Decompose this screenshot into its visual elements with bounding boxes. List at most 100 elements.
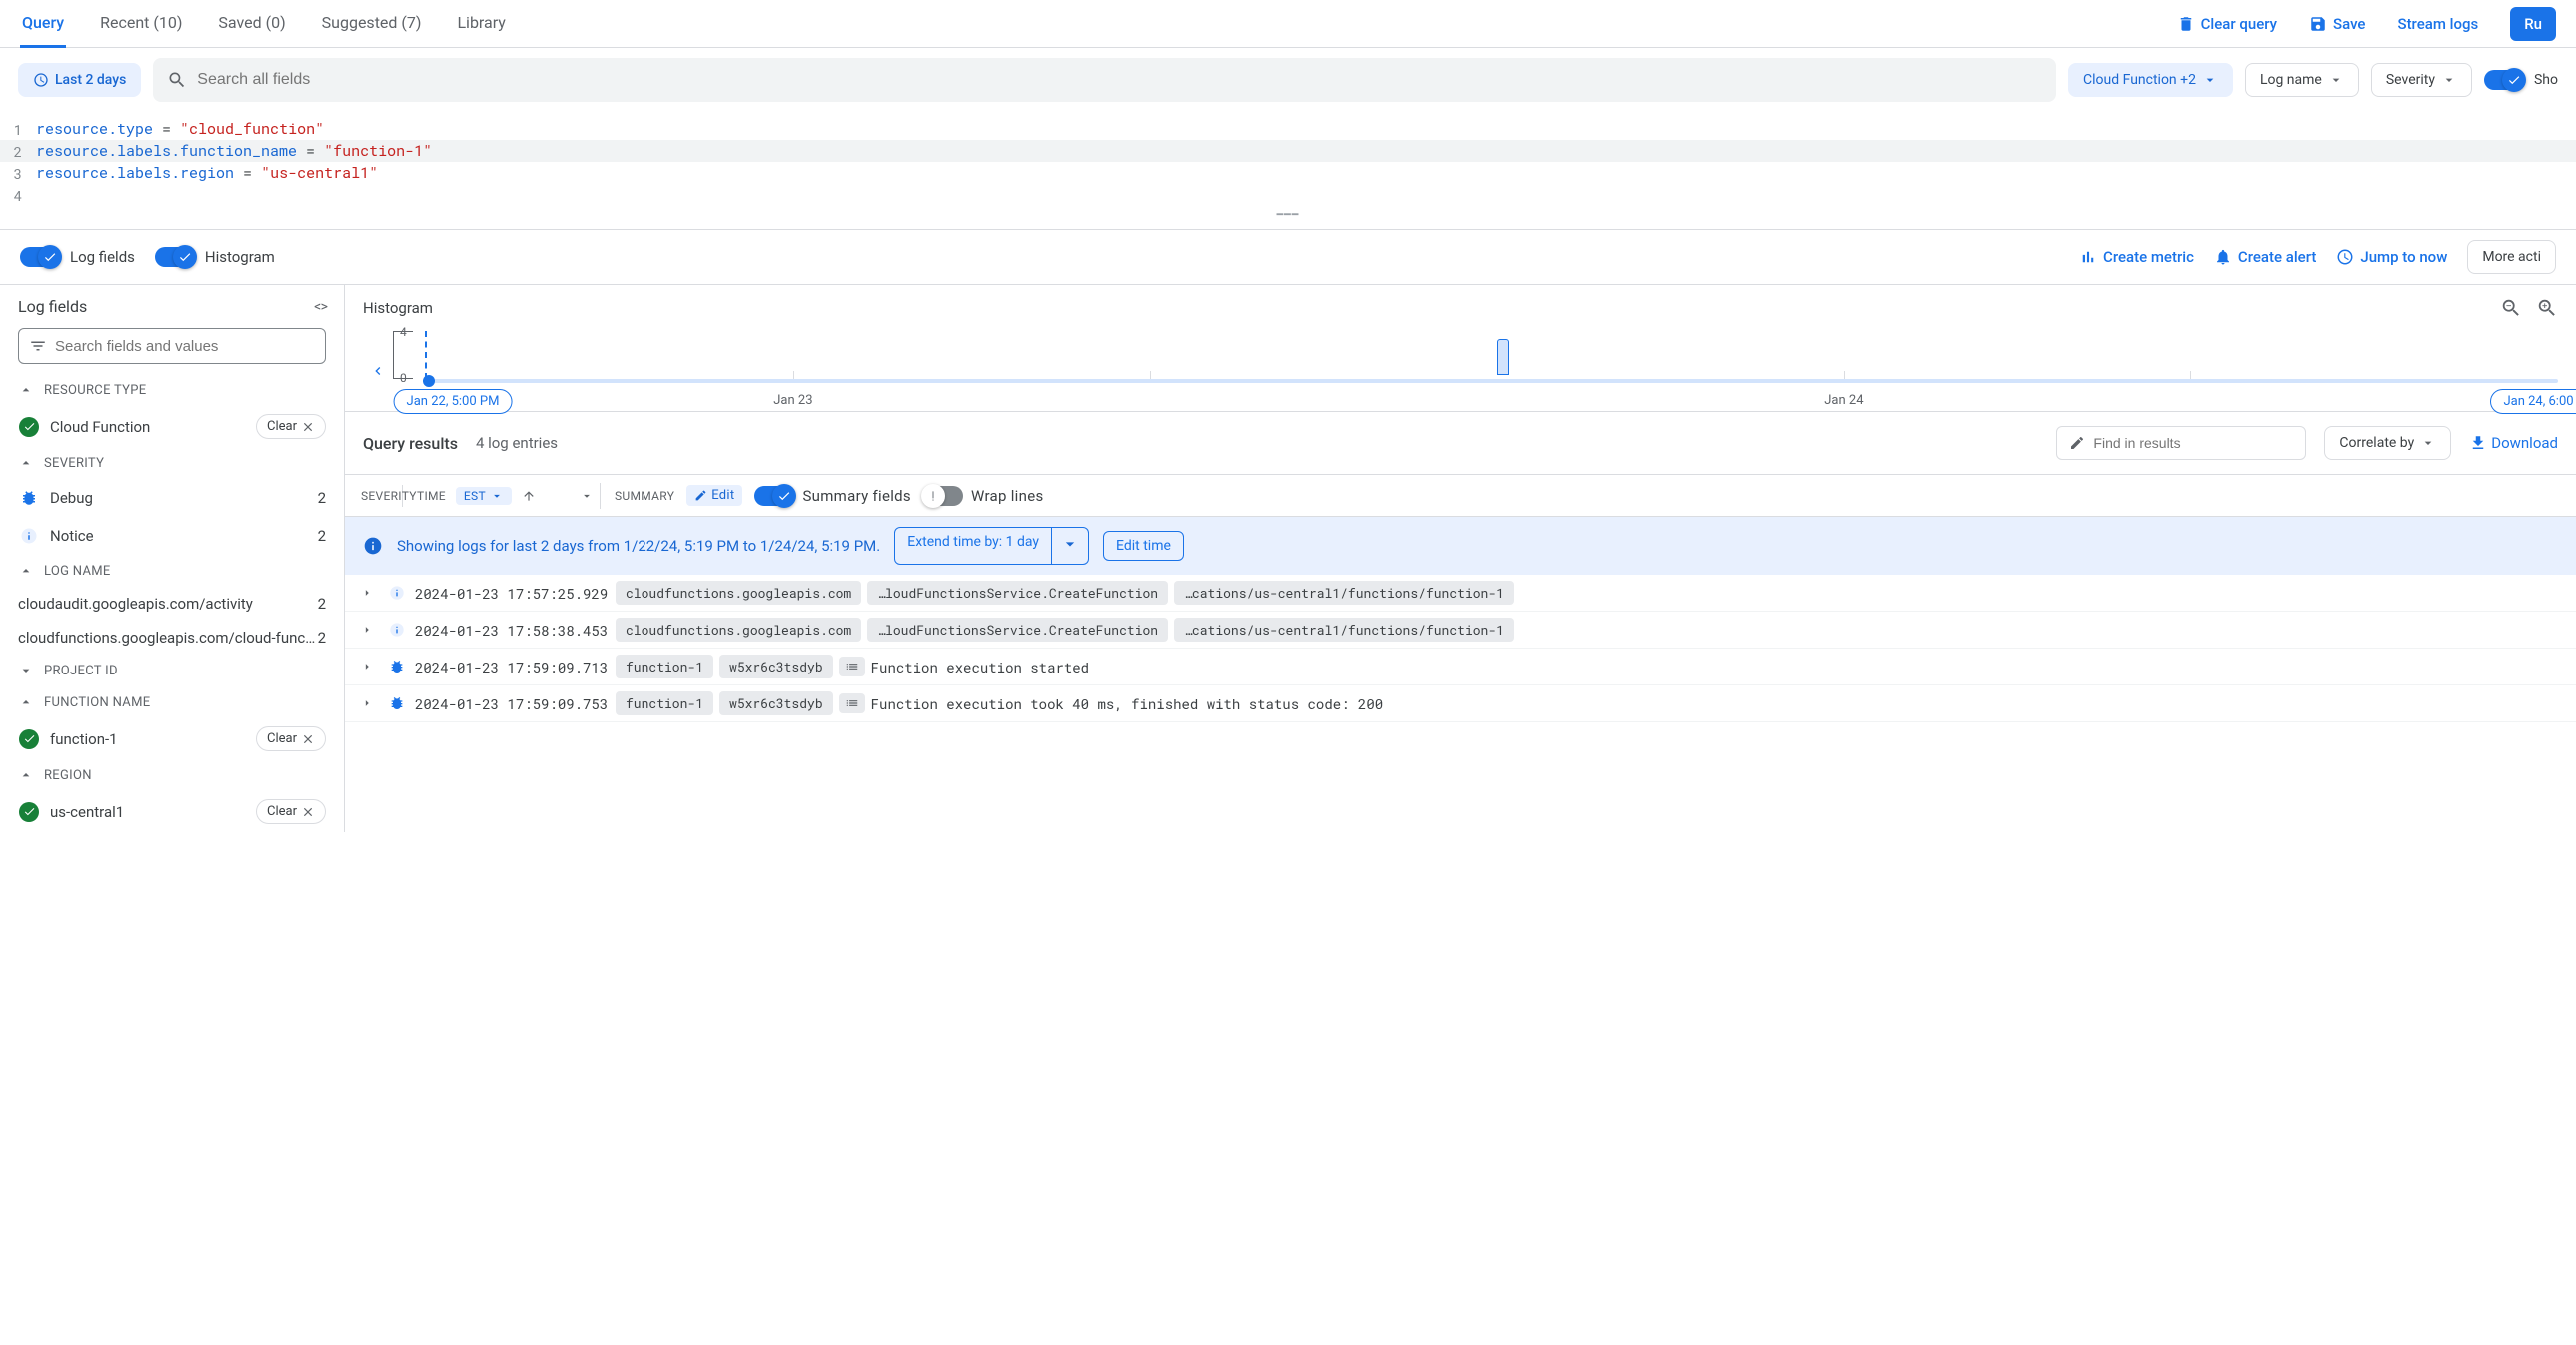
filter-region-1[interactable]: us-central1 Clear bbox=[0, 791, 344, 832]
find-in-results[interactable] bbox=[2056, 426, 2306, 460]
log-fields-toggle[interactable] bbox=[20, 247, 60, 267]
section-function-name[interactable]: FUNCTION NAME bbox=[0, 686, 344, 718]
jump-to-now-button[interactable]: Jump to now bbox=[2336, 248, 2447, 266]
zoom-in-icon[interactable] bbox=[2536, 297, 2558, 319]
section-project-id[interactable]: PROJECT ID bbox=[0, 655, 344, 686]
run-query-button[interactable]: Ru bbox=[2510, 7, 2556, 41]
col-time[interactable]: TIME EST bbox=[411, 483, 601, 509]
check-icon bbox=[19, 802, 39, 822]
section-severity[interactable]: SEVERITY bbox=[0, 447, 344, 479]
query-editor[interactable]: 1resource.type = "cloud_function" 2resou… bbox=[0, 112, 2576, 230]
stream-logs-button[interactable]: Stream logs bbox=[2397, 15, 2478, 33]
section-region[interactable]: REGION bbox=[0, 759, 344, 791]
log-fields-chip[interactable] bbox=[839, 693, 865, 713]
tab-saved[interactable]: Saved (0) bbox=[216, 0, 287, 48]
chevron-down-icon bbox=[2441, 72, 2457, 88]
wrap-lines-toggle[interactable] bbox=[923, 486, 963, 506]
chevron-down-icon bbox=[2202, 72, 2218, 88]
edit-time-button[interactable]: Edit time bbox=[1103, 531, 1184, 561]
log-name-filter[interactable]: Log name bbox=[2245, 63, 2359, 97]
severity-filter[interactable]: Severity bbox=[2371, 63, 2472, 97]
filter-debug[interactable]: Debug 2 bbox=[0, 479, 344, 517]
section-log-name[interactable]: LOG NAME bbox=[0, 555, 344, 587]
log-chip[interactable]: function-1 bbox=[616, 691, 713, 715]
filter-cloud-function[interactable]: Cloud Function Clear bbox=[0, 406, 344, 447]
create-metric-button[interactable]: Create metric bbox=[2079, 248, 2194, 266]
chevron-down-icon bbox=[2420, 435, 2436, 451]
fields-search[interactable] bbox=[18, 328, 326, 364]
clear-resource-type[interactable]: Clear bbox=[256, 414, 326, 439]
more-actions-button[interactable]: More acti bbox=[2467, 240, 2556, 274]
log-message: Function execution started bbox=[871, 658, 1089, 676]
expand-log-button[interactable] bbox=[355, 696, 379, 710]
filter-icon bbox=[29, 337, 47, 355]
col-severity[interactable]: SEVERITY bbox=[355, 485, 403, 507]
expand-log-button[interactable] bbox=[355, 660, 379, 673]
pencil-icon bbox=[694, 489, 707, 502]
show-query-toggle[interactable] bbox=[2484, 70, 2524, 90]
resize-handle[interactable]: ━━━ bbox=[0, 206, 2576, 223]
expand-log-button[interactable] bbox=[355, 623, 379, 637]
create-alert-button[interactable]: Create alert bbox=[2214, 248, 2316, 266]
resource-filter-chip[interactable]: Cloud Function +2 bbox=[2068, 63, 2233, 97]
summary-fields-toggle[interactable] bbox=[754, 486, 794, 506]
log-row[interactable]: 2024-01-23 17:57:25.929 cloudfunctions.g… bbox=[345, 575, 2576, 612]
zoom-out-icon[interactable] bbox=[2500, 297, 2522, 319]
extend-time-dropdown[interactable] bbox=[1052, 527, 1089, 565]
log-row[interactable]: 2024-01-23 17:58:38.453 cloudfunctions.g… bbox=[345, 612, 2576, 649]
histogram-start-handle[interactable] bbox=[423, 375, 435, 387]
log-fields-label: Log fields bbox=[70, 248, 135, 266]
download-button[interactable]: Download bbox=[2469, 434, 2558, 452]
tab-recent[interactable]: Recent (10) bbox=[98, 0, 184, 48]
filter-logname-1[interactable]: cloudaudit.googleapis.com/activity 2 bbox=[0, 587, 344, 621]
timezone-chip[interactable]: EST bbox=[456, 487, 512, 505]
log-chip[interactable]: w5xr6c3tsdyb bbox=[719, 691, 833, 715]
search-all-fields[interactable] bbox=[153, 58, 2056, 102]
extend-time-button[interactable]: Extend time by: 1 day bbox=[894, 527, 1052, 565]
time-range-picker[interactable]: Last 2 days bbox=[18, 63, 141, 97]
chevron-down-icon[interactable] bbox=[580, 489, 594, 503]
download-icon bbox=[2469, 434, 2487, 452]
fields-search-input[interactable] bbox=[55, 338, 315, 355]
tab-library[interactable]: Library bbox=[455, 0, 507, 48]
collapse-sidebar-button[interactable]: < > bbox=[314, 299, 326, 315]
chart-icon bbox=[2079, 248, 2097, 266]
tab-query[interactable]: Query bbox=[20, 0, 66, 48]
log-fields-chip[interactable] bbox=[839, 657, 865, 676]
expand-log-button[interactable] bbox=[355, 586, 379, 600]
tab-suggested[interactable]: Suggested (7) bbox=[320, 0, 424, 48]
chevron-up-icon bbox=[18, 767, 34, 783]
find-input[interactable] bbox=[2093, 435, 2293, 451]
filter-row: Last 2 days Cloud Function +2 Log name S… bbox=[0, 48, 2576, 112]
log-chip[interactable]: w5xr6c3tsdyb bbox=[719, 655, 833, 678]
log-chip[interactable]: cloudfunctions.googleapis.com bbox=[616, 618, 861, 642]
histogram-toggle[interactable] bbox=[155, 247, 195, 267]
log-chip[interactable]: …cations/us-central1/functions/function-… bbox=[1174, 618, 1514, 642]
clear-region[interactable]: Clear bbox=[256, 799, 326, 824]
correlate-by-dropdown[interactable]: Correlate by bbox=[2324, 426, 2451, 460]
histogram-chart[interactable]: 40 Jan 22, 5:00 PM Jan 23 Jan 24 Jan 24,… bbox=[345, 331, 2576, 411]
log-row[interactable]: 2024-01-23 17:59:09.713 function-1w5xr6c… bbox=[345, 649, 2576, 685]
filter-logname-2[interactable]: cloudfunctions.googleapis.com/cloud-func… bbox=[0, 621, 344, 655]
query-results-title: Query results bbox=[363, 434, 458, 453]
filter-notice[interactable]: Notice 2 bbox=[0, 517, 344, 555]
filter-function-1[interactable]: function-1 Clear bbox=[0, 718, 344, 759]
clear-function-name[interactable]: Clear bbox=[256, 726, 326, 751]
close-icon bbox=[301, 805, 315, 819]
edit-summary-button[interactable]: Edit bbox=[686, 485, 742, 506]
sort-asc-icon[interactable] bbox=[522, 489, 536, 503]
log-chip[interactable]: function-1 bbox=[616, 655, 713, 678]
search-input[interactable] bbox=[197, 71, 2042, 89]
section-resource-type[interactable]: RESOURCE TYPE bbox=[0, 374, 344, 406]
histogram-prev[interactable] bbox=[363, 331, 393, 411]
banner-message: Showing logs for last 2 days from 1/22/2… bbox=[397, 537, 880, 555]
save-button[interactable]: Save bbox=[2309, 15, 2365, 33]
log-chip[interactable]: …loudFunctionsService.CreateFunction bbox=[867, 581, 1168, 605]
clear-query-button[interactable]: Clear query bbox=[2177, 15, 2277, 33]
info-icon bbox=[20, 527, 38, 545]
log-chip[interactable]: cloudfunctions.googleapis.com bbox=[616, 581, 861, 605]
histogram-bar[interactable] bbox=[1497, 339, 1509, 375]
log-chip[interactable]: …loudFunctionsService.CreateFunction bbox=[867, 618, 1168, 642]
log-chip[interactable]: …cations/us-central1/functions/function-… bbox=[1174, 581, 1514, 605]
log-row[interactable]: 2024-01-23 17:59:09.753 function-1w5xr6c… bbox=[345, 685, 2576, 722]
